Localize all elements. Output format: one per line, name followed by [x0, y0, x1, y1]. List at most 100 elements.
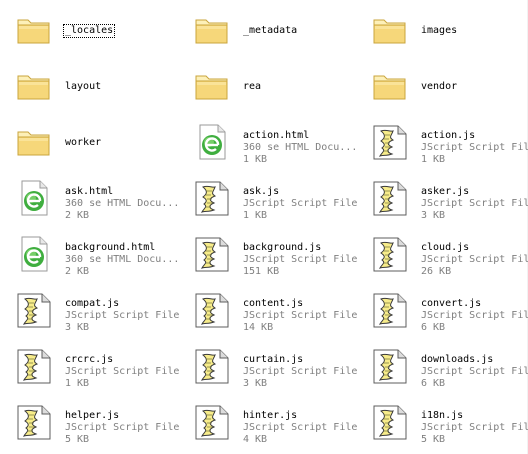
- item-type: JScript Script File: [243, 366, 358, 377]
- item-labels: background.js JScript Script File 151 KB: [243, 242, 357, 278]
- folder-icon: [372, 12, 408, 48]
- item-size: 1 KB: [421, 154, 446, 165]
- item-name: curtain.js: [243, 354, 304, 365]
- item-labels: downloads.js JScript Script File 6 KB: [421, 354, 528, 390]
- item-name: cloud.js: [421, 242, 470, 253]
- file-view: _locales _metadata images layout rea ven…: [0, 0, 528, 454]
- item-name: images: [421, 25, 458, 36]
- item-type: JScript Script File: [243, 422, 358, 433]
- item-size: 151 KB: [243, 266, 280, 277]
- item-name: helper.js: [65, 410, 120, 421]
- item-labels: helper.js JScript Script File 5 KB: [65, 410, 179, 446]
- item-type: JScript Script File: [421, 366, 528, 377]
- jscript-file-icon: [194, 292, 230, 328]
- item-size: 5 KB: [65, 434, 90, 445]
- jscript-file-icon: [372, 348, 408, 384]
- file-item[interactable]: ask.html 360 se HTML Docu... 2 KB: [0, 171, 179, 223]
- item-type: JScript Script File: [421, 142, 528, 153]
- item-size: 3 KB: [243, 378, 268, 389]
- item-size: 3 KB: [421, 210, 446, 221]
- item-type: 360 se HTML Docu...: [65, 254, 180, 265]
- item-labels: asker.js JScript Script File 3 KB: [421, 186, 528, 222]
- item-type: 360 se HTML Docu...: [65, 198, 180, 209]
- item-name: ask.html: [65, 186, 114, 197]
- item-size: 1 KB: [243, 210, 268, 221]
- item-name: action.js: [421, 130, 476, 141]
- folder-item[interactable]: vendor: [356, 59, 528, 111]
- jscript-file-icon: [194, 348, 230, 384]
- item-labels: crcrc.js JScript Script File 1 KB: [65, 354, 179, 390]
- file-item[interactable]: compat.js JScript Script File 3 KB: [0, 283, 179, 335]
- folder-item[interactable]: images: [356, 3, 528, 55]
- jscript-file-icon: [16, 348, 52, 384]
- item-name: i18n.js: [421, 410, 464, 421]
- jscript-file-icon: [16, 404, 52, 440]
- item-labels: worker: [65, 137, 101, 149]
- item-labels: background.html 360 se HTML Docu... 2 KB: [65, 242, 179, 278]
- item-size: 1 KB: [65, 378, 90, 389]
- jscript-file-icon: [372, 236, 408, 272]
- item-name: compat.js: [65, 298, 120, 309]
- item-name: vendor: [421, 81, 458, 92]
- item-size: 6 KB: [421, 322, 446, 333]
- item-name: content.js: [243, 298, 304, 309]
- jscript-file-icon: [372, 124, 408, 160]
- folder-icon: [16, 68, 52, 104]
- jscript-file-icon: [194, 236, 230, 272]
- item-type: JScript Script File: [65, 422, 180, 433]
- item-labels: rea: [243, 81, 261, 93]
- file-item[interactable]: ask.js JScript Script File 1 KB: [178, 171, 357, 223]
- item-labels: content.js JScript Script File 14 KB: [243, 298, 357, 334]
- item-type: JScript Script File: [421, 310, 528, 321]
- item-labels: cloud.js JScript Script File 26 KB: [421, 242, 528, 278]
- file-item[interactable]: hinter.js JScript Script File 4 KB: [178, 395, 357, 447]
- file-item[interactable]: content.js JScript Script File 14 KB: [178, 283, 357, 335]
- jscript-file-icon: [16, 292, 52, 328]
- item-type: JScript Script File: [421, 422, 528, 433]
- item-size: 2 KB: [65, 210, 90, 221]
- file-item[interactable]: background.html 360 se HTML Docu... 2 KB: [0, 227, 179, 279]
- file-item[interactable]: background.js JScript Script File 151 KB: [178, 227, 357, 279]
- item-name: rea: [243, 81, 262, 92]
- item-size: 26 KB: [421, 266, 452, 277]
- item-labels: _locales: [62, 24, 116, 38]
- item-name: asker.js: [421, 186, 470, 197]
- file-item[interactable]: asker.js JScript Script File 3 KB: [356, 171, 528, 223]
- folder-item[interactable]: _locales: [0, 3, 172, 55]
- item-labels: images: [421, 25, 457, 37]
- file-item[interactable]: convert.js JScript Script File 6 KB: [356, 283, 528, 335]
- item-type: JScript Script File: [421, 254, 528, 265]
- jscript-file-icon: [372, 180, 408, 216]
- item-size: 6 KB: [421, 378, 446, 389]
- html-document-icon: [16, 236, 52, 272]
- folder-item[interactable]: _metadata: [178, 3, 350, 55]
- item-labels: vendor: [421, 81, 457, 93]
- folder-item[interactable]: rea: [178, 59, 350, 111]
- file-item[interactable]: action.js JScript Script File 1 KB: [356, 115, 528, 167]
- item-type: JScript Script File: [65, 310, 180, 321]
- item-labels: ask.html 360 se HTML Docu... 2 KB: [65, 186, 179, 222]
- file-item[interactable]: i18n.js JScript Script File 5 KB: [356, 395, 528, 447]
- item-type: JScript Script File: [243, 198, 358, 209]
- jscript-file-icon: [372, 404, 408, 440]
- file-item[interactable]: curtain.js JScript Script File 3 KB: [178, 339, 357, 391]
- folder-icon: [372, 68, 408, 104]
- folder-icon: [16, 124, 52, 160]
- item-labels: i18n.js JScript Script File 5 KB: [421, 410, 528, 446]
- item-labels: layout: [65, 81, 101, 93]
- folder-icon: [194, 12, 230, 48]
- item-labels: action.js JScript Script File 1 KB: [421, 130, 528, 166]
- item-name: _locales: [62, 24, 116, 38]
- file-item[interactable]: downloads.js JScript Script File 6 KB: [356, 339, 528, 391]
- item-name: action.html: [243, 130, 310, 141]
- file-item[interactable]: helper.js JScript Script File 5 KB: [0, 395, 179, 447]
- file-item[interactable]: cloud.js JScript Script File 26 KB: [356, 227, 528, 279]
- folder-item[interactable]: worker: [0, 115, 172, 167]
- item-name: crcrc.js: [65, 354, 114, 365]
- item-size: 2 KB: [65, 266, 90, 277]
- file-item[interactable]: crcrc.js JScript Script File 1 KB: [0, 339, 179, 391]
- item-size: 1 KB: [243, 154, 268, 165]
- item-size: 3 KB: [65, 322, 90, 333]
- folder-item[interactable]: layout: [0, 59, 172, 111]
- file-item[interactable]: action.html 360 se HTML Docu... 1 KB: [178, 115, 357, 167]
